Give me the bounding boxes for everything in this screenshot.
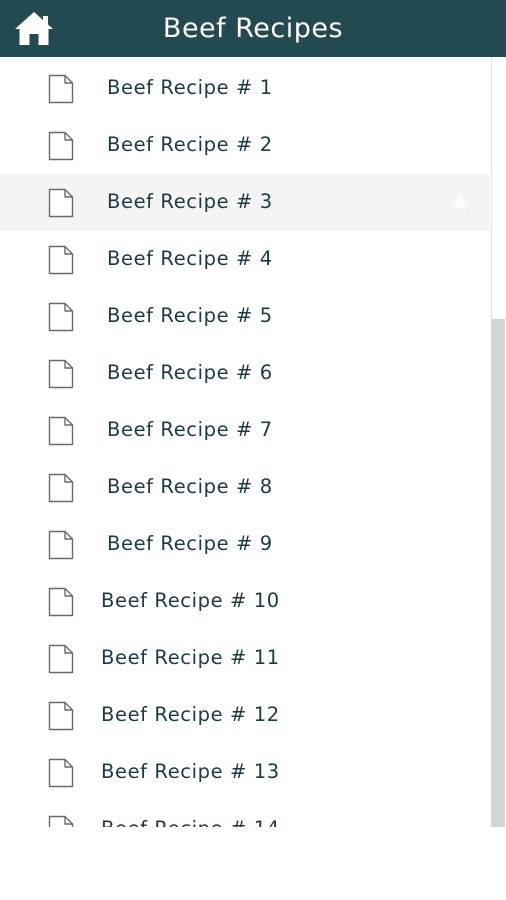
list-item-label: Beef Recipe # 10 — [101, 589, 280, 612]
page-title: Beef Recipes — [162, 13, 344, 44]
document-icon — [48, 416, 74, 446]
list-item[interactable]: Beef Recipe # 10 — [0, 573, 490, 630]
list-item[interactable]: Beef Recipe # 1 — [0, 60, 490, 117]
list-item-label: Beef Recipe # 5 — [107, 304, 273, 327]
list-item-label: Beef Recipe # 9 — [107, 532, 273, 555]
recipe-list-viewport[interactable]: Beef Recipe # 1 Beef Recipe # 2 Beef Recip… — [0, 57, 506, 827]
list-item[interactable]: Beef Recipe # 14 — [0, 801, 490, 827]
list-item-label: Beef Recipe # 12 — [101, 703, 280, 726]
list-item[interactable]: Beef Recipe # 9 — [0, 516, 490, 573]
document-icon — [48, 359, 74, 389]
document-icon — [48, 245, 74, 275]
list-item-label: Beef Recipe # 4 — [107, 247, 273, 270]
list-item-label: Beef Recipe # 6 — [107, 361, 273, 384]
document-icon — [48, 644, 74, 674]
list-item[interactable]: Beef Recipe # 8 — [0, 459, 490, 516]
bottom-blank-area — [0, 827, 506, 900]
list-item[interactable]: Beef Recipe # 7 — [0, 402, 490, 459]
home-icon — [15, 12, 53, 45]
list-item[interactable]: Beef Recipe # 11 — [0, 630, 490, 687]
document-icon — [48, 188, 74, 218]
list-item-label: Beef Recipe # 7 — [107, 418, 273, 441]
list-item[interactable]: Beef Recipe # 12 — [0, 687, 490, 744]
document-icon — [48, 815, 74, 827]
home-button[interactable] — [12, 9, 56, 49]
document-icon — [48, 131, 74, 161]
list-item[interactable]: Beef Recipe # 13 — [0, 744, 490, 801]
list-item-label: Beef Recipe # 11 — [101, 646, 280, 669]
list-item[interactable]: Beef Recipe # 2 — [0, 117, 490, 174]
document-icon — [48, 302, 74, 332]
document-icon — [48, 74, 74, 104]
list-item-label: Beef Recipe # 8 — [107, 475, 273, 498]
list-item-label: Beef Recipe # 3 — [107, 190, 273, 213]
list-item-label: Beef Recipe # 2 — [107, 133, 273, 156]
app-header: Beef Recipes — [0, 0, 506, 57]
list-item[interactable]: Beef Recipe # 3 — [0, 174, 490, 231]
recipe-list: Beef Recipe # 1 Beef Recipe # 2 Beef Recip… — [0, 60, 490, 827]
list-item[interactable]: Beef Recipe # 6 — [0, 345, 490, 402]
list-item[interactable]: Beef Recipe # 4 — [0, 231, 490, 288]
document-icon — [48, 530, 74, 560]
app-screen: Beef Recipes Beef Recipe # 1 Beef Recipe … — [0, 0, 506, 900]
scrollbar-thumb[interactable] — [491, 57, 505, 319]
list-item[interactable]: Beef Recipe # 5 — [0, 288, 490, 345]
list-item-label: Beef Recipe # 14 — [101, 817, 280, 827]
document-icon — [48, 701, 74, 731]
scrollbar[interactable] — [491, 57, 505, 827]
document-icon — [48, 473, 74, 503]
list-item-label: Beef Recipe # 13 — [101, 760, 280, 783]
list-item-label: Beef Recipe # 1 — [107, 76, 273, 99]
document-icon — [48, 758, 74, 788]
document-icon — [48, 587, 74, 617]
star-icon[interactable] — [450, 192, 470, 212]
